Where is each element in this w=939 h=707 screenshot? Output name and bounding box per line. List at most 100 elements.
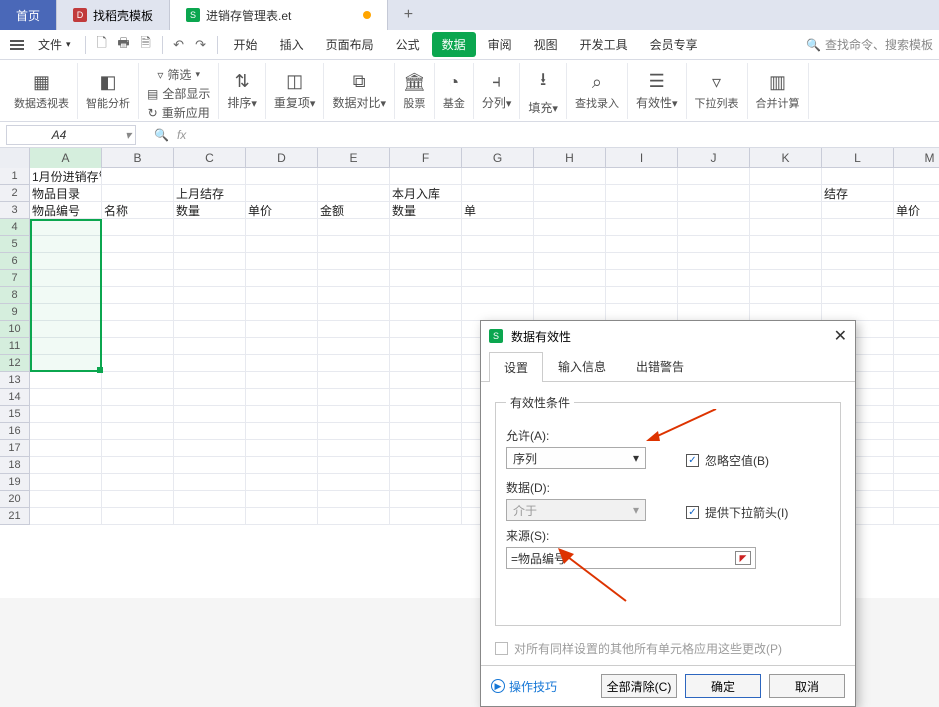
ignore-blank-check[interactable]: ✓忽略空值(B) [686, 452, 769, 469]
cell-F6[interactable] [390, 253, 462, 270]
cell-C2[interactable]: 上月结存 [174, 185, 246, 202]
cell-A11[interactable] [30, 338, 102, 355]
clear-all-button[interactable]: 全部清除(C) [601, 674, 677, 698]
cell-C18[interactable] [174, 457, 246, 474]
cell-M9[interactable] [894, 304, 939, 321]
cell-J5[interactable] [678, 236, 750, 253]
search-box[interactable]: 🔍查找命令、搜索模板 [806, 36, 933, 53]
cell-E21[interactable] [318, 508, 390, 525]
rb-sort[interactable]: ⇅排序▾ [219, 63, 266, 119]
cell-H6[interactable] [534, 253, 606, 270]
print-icon[interactable]: 🖶 [114, 35, 134, 55]
cell-C17[interactable] [174, 440, 246, 457]
col-D[interactable]: D [246, 148, 318, 168]
cell-E9[interactable] [318, 304, 390, 321]
rb-dropdown[interactable]: ▿下拉列表 [687, 63, 748, 119]
cell-L3[interactable] [822, 202, 894, 219]
cell-J3[interactable] [678, 202, 750, 219]
cell-B8[interactable] [102, 287, 174, 304]
cell-A5[interactable] [30, 236, 102, 253]
cell-C20[interactable] [174, 491, 246, 508]
cell-C19[interactable] [174, 474, 246, 491]
cell-F4[interactable] [390, 219, 462, 236]
cell-G8[interactable] [462, 287, 534, 304]
name-box[interactable]: A4 [6, 125, 136, 145]
cell-E13[interactable] [318, 372, 390, 389]
cell-J9[interactable] [678, 304, 750, 321]
tab-file[interactable]: S 进销存管理表.et [170, 0, 388, 30]
cell-A18[interactable] [30, 457, 102, 474]
cell-C1[interactable] [174, 168, 246, 185]
rb-reapply[interactable]: ↻重新应用 [148, 104, 210, 121]
select-all-corner[interactable] [0, 148, 30, 168]
cell-D12[interactable] [246, 355, 318, 372]
cell-M8[interactable] [894, 287, 939, 304]
rb-dup[interactable]: ◫重复项▾ [266, 63, 325, 119]
cell-C6[interactable] [174, 253, 246, 270]
row-21[interactable]: 21 [0, 508, 29, 525]
tab-new[interactable]: + [388, 0, 428, 30]
cell-E19[interactable] [318, 474, 390, 491]
dlgtab-error[interactable]: 出错警告 [621, 351, 699, 381]
cell-M16[interactable] [894, 423, 939, 440]
rb-showall[interactable]: ▤全部显示 [147, 85, 210, 102]
row-1[interactable]: 1 [0, 168, 29, 185]
cell-M19[interactable] [894, 474, 939, 491]
menu-member[interactable]: 会员专享 [640, 32, 708, 57]
cell-A19[interactable] [30, 474, 102, 491]
cell-F2[interactable]: 本月入库 [390, 185, 462, 202]
dlgtab-settings[interactable]: 设置 [489, 352, 543, 382]
cell-D14[interactable] [246, 389, 318, 406]
row-13[interactable]: 13 [0, 372, 29, 389]
cell-E7[interactable] [318, 270, 390, 287]
cell-C14[interactable] [174, 389, 246, 406]
cell-F13[interactable] [390, 372, 462, 389]
cell-L4[interactable] [822, 219, 894, 236]
cell-B13[interactable] [102, 372, 174, 389]
cell-H8[interactable] [534, 287, 606, 304]
cell-K4[interactable] [750, 219, 822, 236]
cell-I9[interactable] [606, 304, 678, 321]
cell-E5[interactable] [318, 236, 390, 253]
cell-B9[interactable] [102, 304, 174, 321]
cell-B15[interactable] [102, 406, 174, 423]
cell-D19[interactable] [246, 474, 318, 491]
cell-D17[interactable] [246, 440, 318, 457]
cell-L5[interactable] [822, 236, 894, 253]
cell-C15[interactable] [174, 406, 246, 423]
cell-I3[interactable] [606, 202, 678, 219]
cell-C10[interactable] [174, 321, 246, 338]
cell-H4[interactable] [534, 219, 606, 236]
dialog-titlebar[interactable]: S 数据有效性 ✕ [481, 321, 855, 351]
rb-valid[interactable]: ☰有效性▾ [628, 63, 687, 119]
cell-B18[interactable] [102, 457, 174, 474]
cell-A20[interactable] [30, 491, 102, 508]
cell-M17[interactable] [894, 440, 939, 457]
cell-B17[interactable] [102, 440, 174, 457]
cell-E3[interactable]: 金额 [318, 202, 390, 219]
cell-M13[interactable] [894, 372, 939, 389]
cell-K1[interactable] [750, 168, 822, 185]
cell-L1[interactable] [822, 168, 894, 185]
tab-template[interactable]: D 找稻壳模板 [57, 0, 170, 30]
cell-E12[interactable] [318, 355, 390, 372]
cell-G6[interactable] [462, 253, 534, 270]
row-18[interactable]: 18 [0, 457, 29, 474]
cell-M15[interactable] [894, 406, 939, 423]
cell-D3[interactable]: 单价 [246, 202, 318, 219]
col-C[interactable]: C [174, 148, 246, 168]
cell-D4[interactable] [246, 219, 318, 236]
cell-B7[interactable] [102, 270, 174, 287]
source-input[interactable]: =物品编号 ◤ [506, 547, 756, 569]
cell-D10[interactable] [246, 321, 318, 338]
cell-M7[interactable] [894, 270, 939, 287]
dropdown-arrow-check[interactable]: ✓提供下拉箭头(I) [686, 504, 788, 521]
cell-E1[interactable] [318, 168, 390, 185]
cell-M1[interactable] [894, 168, 939, 185]
cell-I6[interactable] [606, 253, 678, 270]
allow-combo[interactable]: 序列▾ [506, 447, 646, 469]
hamburger-icon[interactable] [6, 36, 28, 54]
cell-A2[interactable]: 物品目录 [30, 185, 102, 202]
cell-M2[interactable] [894, 185, 939, 202]
cell-E8[interactable] [318, 287, 390, 304]
